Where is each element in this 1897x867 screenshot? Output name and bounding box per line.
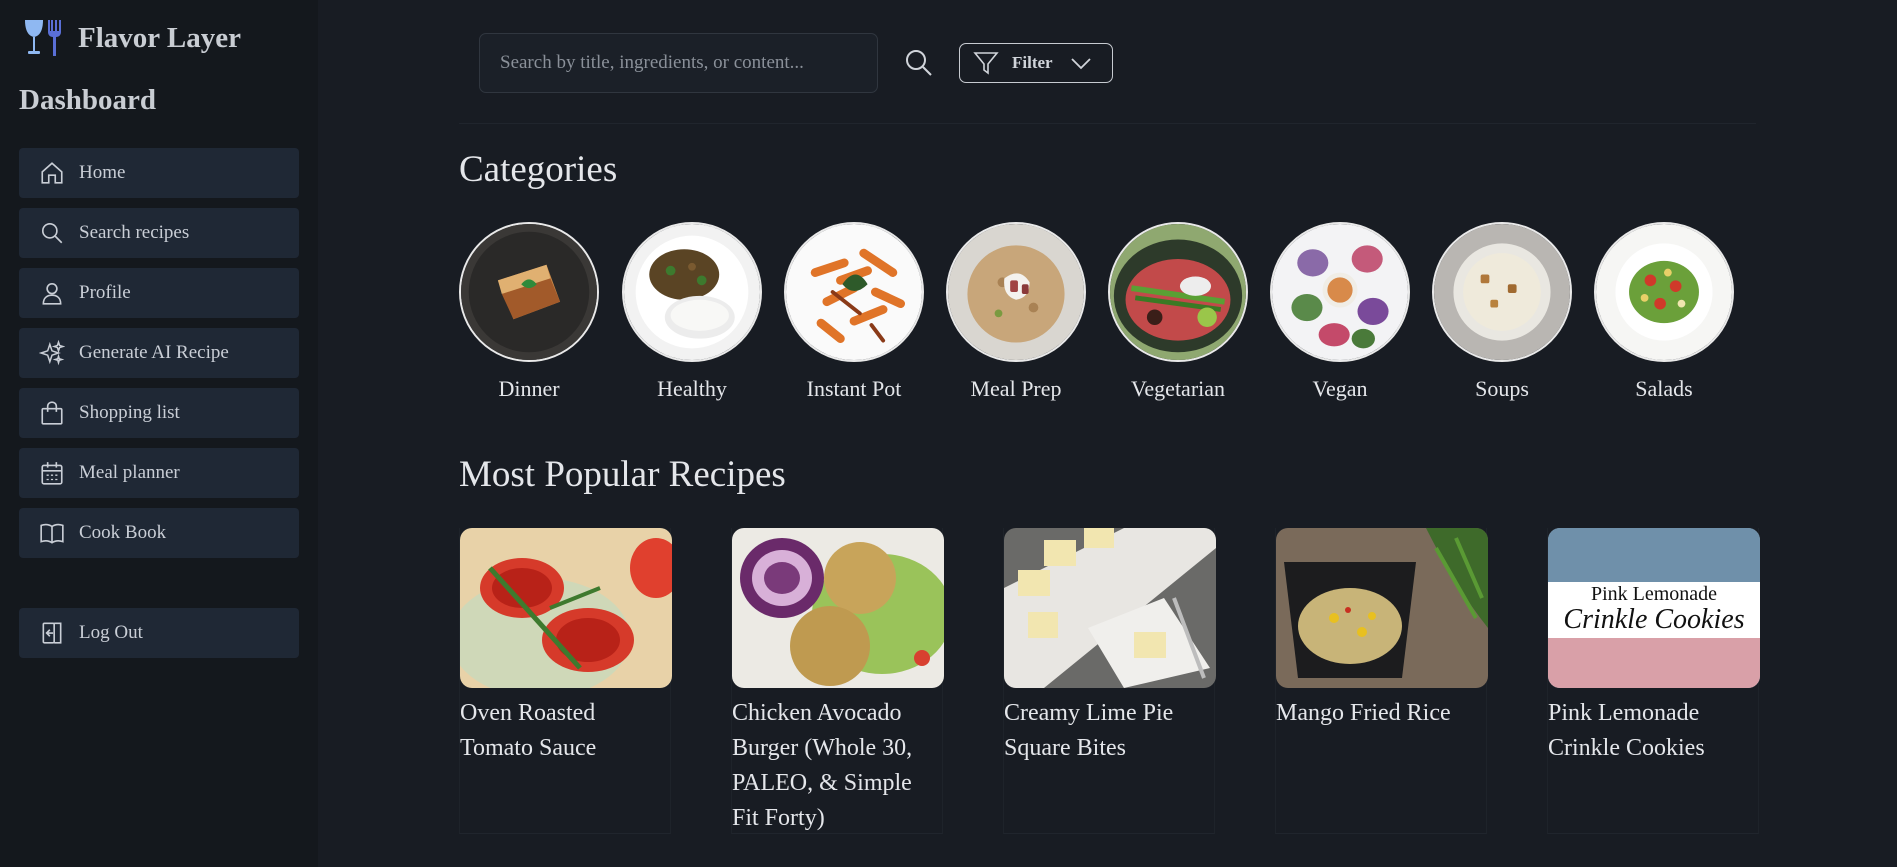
recipe-image (1276, 528, 1488, 688)
category-label: Vegetarian (1130, 376, 1226, 401)
category-image-instant-pot (784, 222, 924, 362)
category-label: Soups (1475, 376, 1529, 401)
category-image-healthy (622, 222, 762, 362)
category-meal-prep[interactable]: Meal Prep (946, 222, 1086, 402)
sidebar-item-search-recipes[interactable]: Search recipes (19, 208, 299, 258)
category-label: Healthy (657, 376, 727, 401)
recipe-image: Pink Lemonade Crinkle Cookies (1548, 528, 1760, 688)
logout-button[interactable]: Log Out (19, 608, 299, 658)
category-image-soups (1432, 222, 1572, 362)
category-soups[interactable]: Soups (1432, 222, 1572, 402)
recipe-title: Pink Lemonade Crinkle Cookies (1548, 700, 1705, 761)
sidebar-item-label: Shopping list (79, 402, 180, 423)
category-salads[interactable]: Salads (1594, 222, 1734, 402)
brand[interactable]: Flavor Layer (22, 16, 241, 60)
sidebar: Flavor Layer Dashboard Home Search recip… (0, 0, 318, 867)
category-label: Meal Prep (970, 376, 1062, 401)
sidebar-item-label: Generate AI Recipe (79, 342, 229, 363)
image-caption-line2: Crinkle Cookies (1563, 604, 1744, 635)
filter-label: Filter (1012, 53, 1053, 72)
recipe-image (1004, 528, 1216, 688)
category-instant-pot[interactable]: Instant Pot (784, 222, 924, 402)
user-icon (39, 280, 65, 306)
search-button[interactable] (903, 47, 935, 79)
category-healthy[interactable]: Healthy (622, 222, 762, 402)
filter-icon (973, 52, 999, 75)
logout-label: Log Out (79, 622, 143, 643)
dashboard-title: Dashboard (19, 84, 156, 116)
category-vegan[interactable]: Vegan (1270, 222, 1410, 402)
sidebar-item-label: Home (79, 162, 126, 183)
search-icon (39, 220, 65, 246)
recipe-image (732, 528, 944, 688)
recipe-title: Mango Fried Rice (1276, 700, 1451, 726)
recipe-card[interactable]: Oven Roasted Tomato Sauce (459, 528, 672, 834)
sparkles-icon (39, 340, 65, 366)
sidebar-item-profile[interactable]: Profile (19, 268, 299, 318)
wine-glass-fork-logo-icon (25, 20, 61, 56)
search-input[interactable] (479, 33, 878, 93)
category-vegetarian[interactable]: Vegetarian (1108, 222, 1248, 402)
recipe-title: Oven Roasted Tomato Sauce (460, 700, 597, 761)
sidebar-item-generate-ai-recipe[interactable]: Generate AI Recipe (19, 328, 299, 378)
logout-icon (39, 620, 65, 646)
category-image-meal-prep (946, 222, 1086, 362)
category-label: Instant Pot (806, 376, 902, 401)
sidebar-item-cook-book[interactable]: Cook Book (19, 508, 299, 558)
sidebar-item-label: Search recipes (79, 222, 190, 243)
sidebar-item-label: Cook Book (79, 522, 167, 543)
recipe-card[interactable]: Mango Fried Rice (1275, 528, 1488, 834)
recipe-title: Creamy Lime Pie Square Bites (1004, 700, 1174, 761)
app-name: Flavor Layer (78, 21, 241, 54)
category-image-vegetarian (1108, 222, 1248, 362)
category-dinner[interactable]: Dinner (459, 222, 599, 402)
shopping-bag-icon (39, 400, 65, 426)
recipe-image (460, 528, 672, 688)
category-label: Dinner (498, 376, 560, 401)
book-icon (39, 520, 65, 546)
filter-button[interactable]: Filter (959, 43, 1113, 83)
sidebar-item-meal-planner[interactable]: Meal planner (19, 448, 299, 498)
recipe-card[interactable]: Creamy Lime Pie Square Bites (1003, 528, 1216, 834)
sidebar-item-home[interactable]: Home (19, 148, 299, 198)
image-caption-line1: Pink Lemonade (1591, 583, 1717, 605)
home-icon (39, 160, 65, 186)
sidebar-item-label: Meal planner (79, 462, 180, 483)
category-label: Vegan (1312, 376, 1368, 401)
search-icon (906, 50, 932, 76)
category-image-vegan (1270, 222, 1410, 362)
calendar-icon (39, 460, 65, 486)
sidebar-item-label: Profile (79, 282, 131, 303)
category-image-salads (1594, 222, 1734, 362)
category-label: Salads (1635, 376, 1693, 401)
recipe-card[interactable]: Chicken Avocado Burger (Whole 30, PALEO,… (731, 528, 944, 834)
popular-recipes-title: Most Popular Recipes (459, 454, 786, 495)
recipe-card[interactable]: Pink Lemonade Crinkle Cookies Pink Lemona… (1547, 528, 1760, 834)
category-image-dinner (459, 222, 599, 362)
chevron-down-icon (1070, 58, 1091, 70)
recipe-title: Chicken Avocado Burger (Whole 30, PALEO,… (732, 700, 913, 831)
sidebar-item-shopping-list[interactable]: Shopping list (19, 388, 299, 438)
categories-title: Categories (459, 149, 618, 190)
